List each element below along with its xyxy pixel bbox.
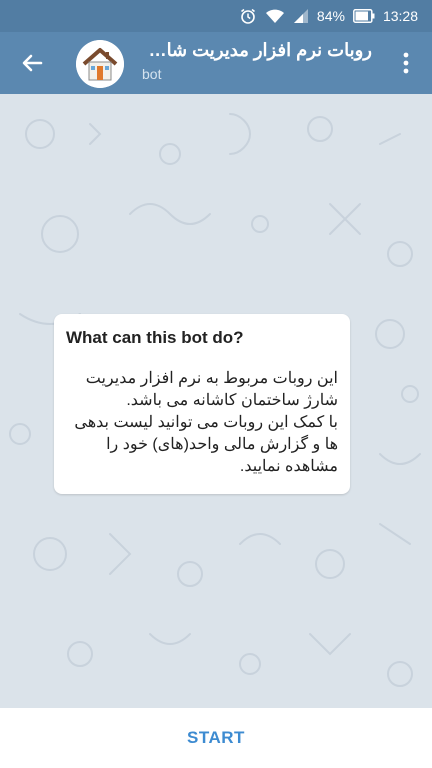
house-icon [76,40,124,88]
clock: 13:28 [382,8,418,24]
arrow-left-icon [22,54,43,72]
signal-icon [293,8,309,24]
more-vert-icon [403,52,409,74]
back-button[interactable] [14,47,50,79]
battery-icon [353,9,375,23]
bot-info-description: این روبات مربوط به نرم افزار مدیریت شارژ… [74,370,338,475]
app-bar: روبات نرم افزار مدیریت شارژ ساختمان bot [0,32,432,94]
avatar[interactable] [76,40,124,88]
bottom-bar: START [0,708,432,768]
chat-subtitle: bot [142,66,162,82]
status-bar: 84% 13:28 [0,0,432,32]
battery-percent: 84% [316,8,345,24]
more-options-button[interactable] [394,48,418,78]
chat-area: What can this bot do? این روبات مربوط به… [0,94,432,708]
bot-info-card: What can this bot do? این روبات مربوط به… [54,314,350,494]
start-button[interactable]: START [187,728,245,748]
chat-title: روبات نرم افزار مدیریت شارژ ساختمان [142,40,372,60]
alarm-icon [239,7,257,25]
bot-info-title: What can this bot do? [66,328,244,347]
wifi-icon [265,8,285,24]
